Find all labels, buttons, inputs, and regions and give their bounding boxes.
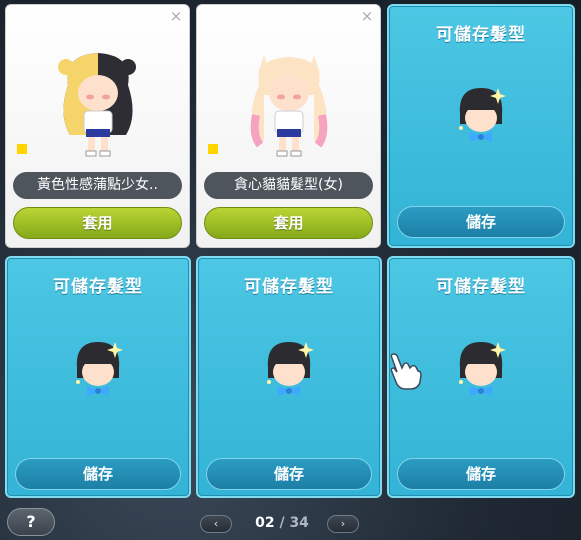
hair-name: 黃色性感蒲點少女.. (13, 172, 182, 199)
save-button[interactable]: 儲存 (397, 206, 565, 238)
save-button[interactable]: 儲存 (397, 458, 565, 490)
hair-slot-1: × 黃色性感蒲點少女.. 套用 (5, 4, 190, 248)
hair-preview-icon (254, 334, 324, 408)
hair-name: 貪心貓貓髮型(女) (204, 172, 373, 199)
character-avatar (48, 45, 148, 169)
hair-slot-4: 可儲存髮型 儲存 (5, 256, 191, 498)
next-page-button[interactable]: › (327, 515, 359, 533)
apply-button[interactable]: 套用 (13, 207, 182, 239)
hair-preview-icon (446, 80, 516, 154)
page-separator: / (279, 515, 285, 531)
grade-badge (17, 144, 27, 154)
character-avatar (234, 45, 344, 169)
hair-slot-2: × 貪心貓貓髮型(女) 套用 (196, 4, 381, 248)
slot-title: 可儲存髮型 (53, 277, 143, 297)
page-indicator: 02 / 34 (243, 514, 321, 532)
prev-page-button[interactable]: ‹ (200, 515, 232, 533)
hair-preview-icon (63, 334, 133, 408)
hair-slot-3: 可儲存髮型 儲存 (387, 4, 575, 248)
total-pages: 34 (289, 515, 309, 531)
apply-button[interactable]: 套用 (204, 207, 373, 239)
help-button[interactable]: ? (7, 508, 55, 536)
hair-slot-5: 可儲存髮型 儲存 (196, 256, 382, 498)
grade-badge (208, 144, 218, 154)
current-page: 02 (255, 515, 275, 531)
slot-title: 可儲存髮型 (244, 277, 334, 297)
chevron-right-icon: › (340, 517, 346, 530)
hair-preview-icon (446, 334, 516, 408)
slot-title: 可儲存髮型 (436, 25, 526, 45)
cursor-hand-icon (388, 352, 424, 396)
close-icon[interactable]: × (169, 9, 183, 24)
save-button[interactable]: 儲存 (15, 458, 181, 490)
save-button[interactable]: 儲存 (206, 458, 372, 490)
close-icon[interactable]: × (360, 9, 374, 24)
slot-title: 可儲存髮型 (436, 277, 526, 297)
chevron-left-icon: ‹ (213, 517, 219, 530)
